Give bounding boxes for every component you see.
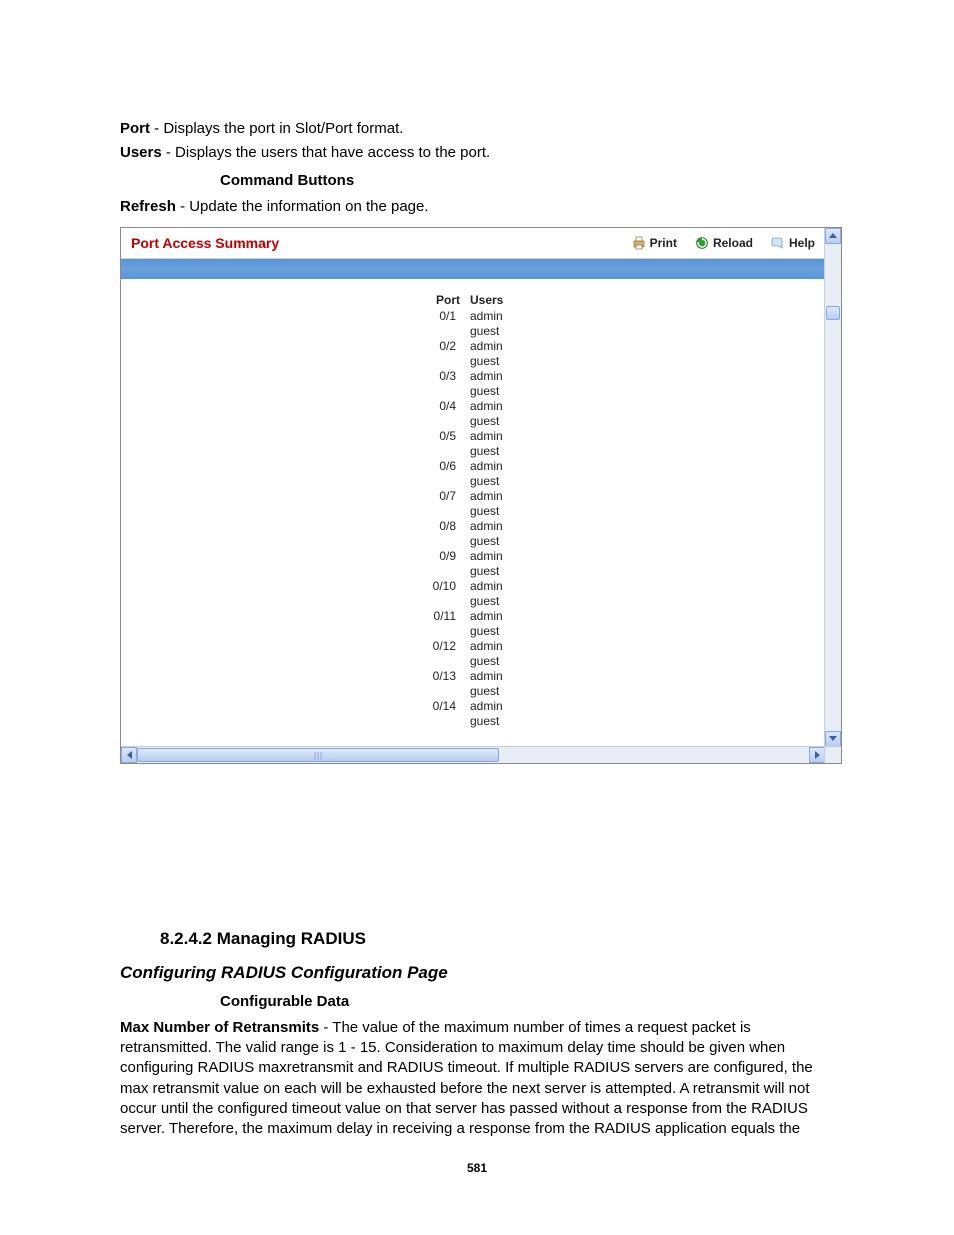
subsection-heading-configuring-radius: Configuring RADIUS Configuration Page xyxy=(120,963,834,983)
panel-blue-bar xyxy=(121,259,825,279)
table-row: 0/6adminguest xyxy=(433,459,514,489)
table-row: 0/13adminguest xyxy=(433,669,514,699)
table-row: 0/7adminguest xyxy=(433,489,514,519)
definition-users: Users - Displays the users that have acc… xyxy=(120,143,834,163)
table-row: 0/5adminguest xyxy=(433,429,514,459)
port-access-summary-panel: Port Access Summary Print Re xyxy=(120,227,842,764)
printer-icon xyxy=(632,236,646,250)
col-port: Port xyxy=(433,293,470,309)
reload-button[interactable]: Reload xyxy=(695,236,753,250)
term-port: Port xyxy=(120,120,150,137)
vertical-scrollbar[interactable] xyxy=(824,228,841,747)
desc-users: - Displays the users that have access to… xyxy=(162,144,491,161)
reload-label: Reload xyxy=(713,236,753,250)
scroll-left-button[interactable] xyxy=(121,747,137,763)
table-row: 0/1adminguest xyxy=(433,309,514,339)
panel-header: Port Access Summary Print Re xyxy=(121,228,825,259)
chevron-right-icon xyxy=(815,751,820,759)
page-number: 581 xyxy=(0,1161,954,1175)
definition-max-retransmits: Max Number of Retransmits - The value of… xyxy=(120,1018,834,1140)
desc-refresh: - Update the information on the page. xyxy=(176,198,429,215)
help-button[interactable]: Help xyxy=(771,236,815,250)
help-icon xyxy=(771,236,785,250)
scroll-right-button[interactable] xyxy=(809,747,825,763)
definition-refresh: Refresh - Update the information on the … xyxy=(120,197,834,217)
table-row: 0/8adminguest xyxy=(433,519,514,549)
table-row: 0/2adminguest xyxy=(433,339,514,369)
grip-icon xyxy=(315,752,322,760)
term-refresh: Refresh xyxy=(120,198,176,215)
configurable-data-heading: Configurable Data xyxy=(220,993,834,1010)
port-access-table: Port Users 0/1adminguest 0/2adminguest 0… xyxy=(121,293,825,729)
panel-title: Port Access Summary xyxy=(131,235,632,251)
table-row: 0/11adminguest xyxy=(433,609,514,639)
chevron-down-icon xyxy=(829,736,837,741)
section-heading-managing-radius: 8.2.4.2 Managing RADIUS xyxy=(160,929,834,949)
definition-port: Port - Displays the port in Slot/Port fo… xyxy=(120,119,834,139)
scroll-up-button[interactable] xyxy=(825,228,841,244)
chevron-left-icon xyxy=(127,751,132,759)
table-row: 0/12adminguest xyxy=(433,639,514,669)
scroll-down-button[interactable] xyxy=(825,731,841,747)
table-row: 0/3adminguest xyxy=(433,369,514,399)
term-users: Users xyxy=(120,144,162,161)
table-row: 0/9adminguest xyxy=(433,549,514,579)
print-button[interactable]: Print xyxy=(632,236,677,250)
col-users: Users xyxy=(470,293,513,309)
desc-port: - Displays the port in Slot/Port format. xyxy=(150,120,403,137)
scroll-thumb-horizontal[interactable] xyxy=(137,748,499,762)
chevron-up-icon xyxy=(829,233,837,238)
command-buttons-heading: Command Buttons xyxy=(220,172,834,189)
scrollbar-corner xyxy=(824,746,841,763)
table-header-row: Port Users xyxy=(433,293,514,309)
print-label: Print xyxy=(650,236,677,250)
desc-max-retransmits: - The value of the maximum number of tim… xyxy=(120,1019,813,1137)
scroll-thumb-vertical[interactable] xyxy=(826,306,840,320)
table-row: 0/4adminguest xyxy=(433,399,514,429)
horizontal-scrollbar[interactable] xyxy=(121,746,825,763)
reload-icon xyxy=(695,236,709,250)
help-label: Help xyxy=(789,236,815,250)
term-max-retransmits: Max Number of Retransmits xyxy=(120,1019,319,1036)
table-row: 0/10adminguest xyxy=(433,579,514,609)
table-row: 0/14adminguest xyxy=(433,699,514,729)
